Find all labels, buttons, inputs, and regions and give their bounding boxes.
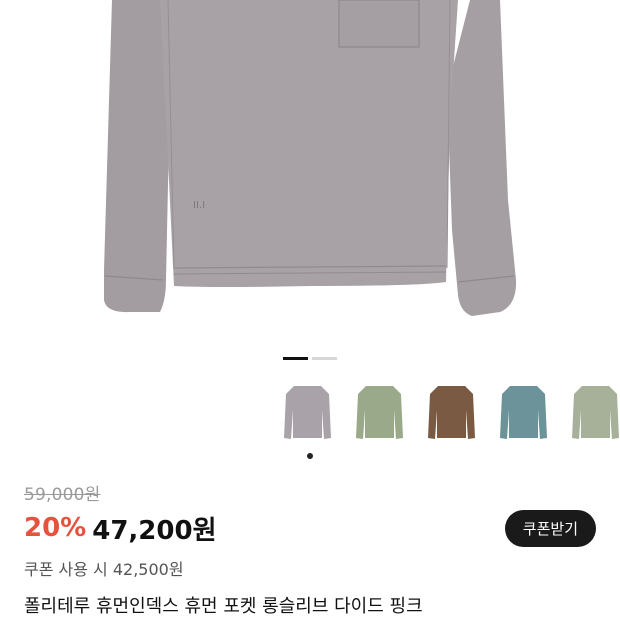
selected-color-indicator — [307, 453, 313, 459]
color-option-blue[interactable] — [500, 380, 547, 442]
product-image[interactable]: II.I — [0, 0, 620, 345]
original-price: 59,000원 — [24, 485, 101, 505]
color-option-pink[interactable] — [284, 380, 331, 442]
coupon-button[interactable]: 쿠폰받기 — [504, 510, 596, 547]
coupon-price: 쿠폰 사용 시 42,500원 — [24, 560, 184, 579]
product-title: 폴리테루 휴먼인덱스 휴먼 포켓 롱슬리브 다이드 핑크 — [24, 596, 423, 617]
color-option-brown[interactable] — [428, 380, 475, 442]
color-option-sage[interactable] — [572, 380, 619, 442]
pager-indicator[interactable] — [312, 357, 337, 360]
svg-text:II.I: II.I — [193, 200, 205, 211]
shirt-illustration: II.I — [104, 0, 517, 316]
sale-price: 47,200원 — [92, 515, 217, 546]
pager-indicator-active[interactable] — [283, 357, 308, 360]
price-section: 59,000원 20% 47,200원 쿠폰받기 쿠폰 사용 시 42,500원 — [24, 480, 596, 580]
color-option-olive[interactable] — [356, 380, 403, 442]
color-options — [280, 380, 620, 450]
discount-rate: 20% — [24, 513, 87, 543]
image-pager — [283, 357, 337, 360]
